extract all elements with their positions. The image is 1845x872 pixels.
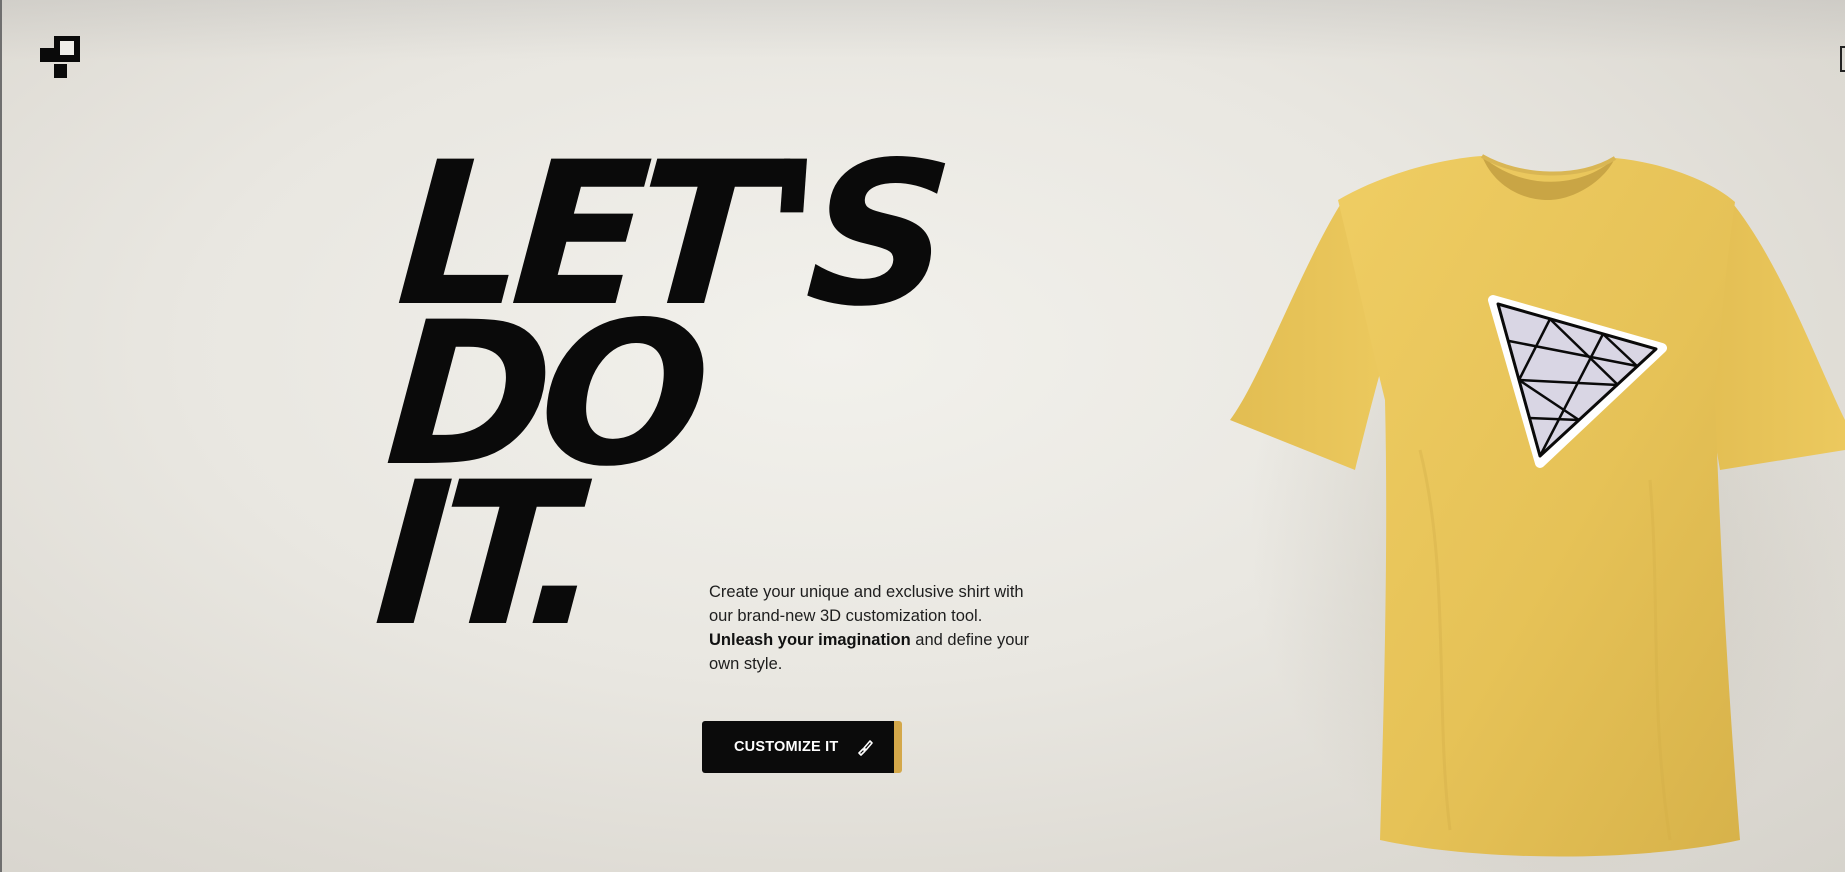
hero-description: Create your unique and exclusive shirt w… xyxy=(709,580,1049,676)
menu-icon[interactable] xyxy=(1840,46,1845,72)
landing-page: LET'S DO IT. Create your unique and excl… xyxy=(0,0,1845,872)
customize-it-button[interactable]: CUSTOMIZE IT xyxy=(702,721,902,773)
left-window-edge xyxy=(0,0,2,872)
customize-it-label: CUSTOMIZE IT xyxy=(734,739,839,755)
description-bold: Unleash your imagination xyxy=(709,631,911,649)
shirt-body xyxy=(1338,156,1740,857)
description-text-1: Create your unique and exclusive shirt w… xyxy=(709,583,1024,625)
pixel-blocks-logo-icon[interactable] xyxy=(40,36,80,78)
tshirt-3d-model[interactable] xyxy=(1220,150,1845,872)
paint-brush-icon xyxy=(856,738,874,756)
hero-headline: LET'S DO IT. xyxy=(369,119,1005,670)
top-shadow xyxy=(0,0,1845,60)
